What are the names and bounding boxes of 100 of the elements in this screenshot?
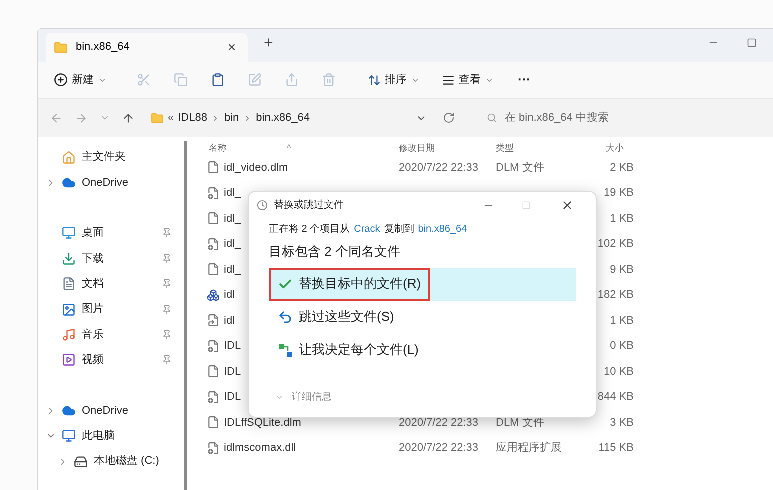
monitor-icon bbox=[62, 226, 76, 240]
option-item[interactable]: 替换目标中的文件(R) bbox=[269, 268, 576, 300]
option-label: 跳过这些文件(S) bbox=[299, 308, 394, 326]
cloud-icon bbox=[62, 176, 76, 190]
file-date: 2020/7/22 22:33 bbox=[399, 441, 480, 456]
file-size: 10 KB bbox=[603, 364, 634, 380]
sidebar-item[interactable]: 下载 bbox=[38, 246, 184, 272]
pin-icon[interactable] bbox=[162, 304, 172, 315]
maximize-icon[interactable] bbox=[747, 38, 757, 48]
gear-file-icon bbox=[207, 340, 220, 353]
pin-icon[interactable] bbox=[162, 355, 172, 366]
sidebar-item[interactable]: 此电脑 bbox=[38, 424, 184, 449]
up-icon[interactable] bbox=[122, 112, 135, 124]
video-icon bbox=[62, 353, 76, 368]
column-header[interactable]: 类型 bbox=[496, 141, 606, 155]
column-header[interactable]: 名称 bbox=[207, 141, 287, 155]
computer-icon bbox=[62, 429, 76, 444]
search-icon bbox=[487, 113, 497, 123]
gear-file-icon bbox=[207, 186, 220, 200]
file-type: 应用程序扩展 bbox=[496, 440, 563, 456]
folder-icon bbox=[54, 40, 68, 54]
file-name[interactable]: idl_video.dlm bbox=[224, 160, 399, 176]
gear-file-icon bbox=[207, 442, 220, 455]
file-name[interactable]: idlmscomax.dll bbox=[224, 440, 399, 456]
file-size: 0 KB bbox=[609, 339, 634, 354]
file-size: 1 KB bbox=[609, 212, 634, 226]
file-date: 2020/7/22 22:33 bbox=[399, 416, 480, 430]
back-icon[interactable] bbox=[50, 112, 63, 124]
undo-icon bbox=[278, 310, 293, 324]
file-size: 1 KB bbox=[609, 314, 634, 328]
sort-caret: ^ bbox=[287, 142, 292, 155]
option-label: 让我决定每个文件(L) bbox=[299, 341, 419, 360]
sidebar-item[interactable]: OneDrive bbox=[38, 170, 184, 196]
file-type: DLM 文件 bbox=[496, 416, 546, 430]
choice-icon bbox=[278, 342, 293, 358]
paste-icon[interactable] bbox=[211, 73, 225, 87]
forward-icon[interactable] bbox=[75, 112, 88, 124]
file-icon bbox=[207, 263, 220, 276]
sidebar-item[interactable]: 文档 bbox=[38, 272, 184, 297]
download-icon bbox=[62, 252, 76, 266]
option-item[interactable]: 让我决定每个文件(L) bbox=[269, 334, 576, 366]
source-link[interactable]: Crack bbox=[354, 222, 380, 237]
cloud-icon bbox=[62, 404, 76, 418]
sidebar-item[interactable]: OneDrive bbox=[38, 398, 184, 424]
option-item[interactable]: 跳过这些文件(S) bbox=[269, 300, 576, 334]
column-header[interactable]: 修改日期 bbox=[399, 141, 496, 155]
new-button[interactable]: 新建 bbox=[54, 72, 107, 88]
tab-close-button[interactable]: × bbox=[228, 37, 236, 58]
file-icon bbox=[207, 212, 220, 226]
file-name[interactable]: IDLffSQLite.dlm bbox=[224, 414, 399, 431]
plus-circle-icon bbox=[54, 73, 68, 87]
copy-status-text: 正在将 2 个项目从 bbox=[269, 222, 350, 237]
view-button[interactable]: 查看 bbox=[442, 72, 494, 88]
tab[interactable]: bin.x86_64 × bbox=[46, 33, 248, 62]
breadcrumb[interactable]: IDL88 bbox=[178, 110, 208, 126]
file-size: 9 KB bbox=[609, 262, 634, 278]
pin-icon[interactable] bbox=[162, 279, 172, 290]
breadcrumb[interactable]: bin.x86_64 bbox=[256, 110, 310, 126]
shortcut-file-icon bbox=[207, 314, 220, 328]
document-icon bbox=[62, 277, 76, 292]
sidebar-item[interactable]: 主文件夹 bbox=[38, 145, 184, 170]
overflow-mark[interactable]: « bbox=[168, 110, 174, 126]
dialog-heading: 目标包含 2 个同名文件 bbox=[269, 243, 402, 261]
sidebar-item[interactable]: 音乐 bbox=[38, 322, 184, 348]
sidebar-item[interactable]: 本地磁盘 (C:) bbox=[38, 448, 184, 474]
list-icon bbox=[442, 74, 455, 86]
details-toggle[interactable]: 详细信息 bbox=[292, 390, 332, 405]
gear-file-icon bbox=[207, 390, 220, 404]
sort-button[interactable]: 排序 bbox=[368, 72, 420, 88]
gear-file-icon bbox=[207, 238, 220, 251]
file-size: 3 KB bbox=[609, 416, 634, 430]
home-icon bbox=[62, 150, 76, 165]
music-icon bbox=[62, 328, 76, 342]
file-size: 182 KB bbox=[596, 288, 634, 303]
close-icon[interactable] bbox=[561, 198, 574, 212]
sort-icon bbox=[368, 74, 381, 86]
folder-icon bbox=[151, 112, 164, 124]
sidebar-item[interactable]: 图片 bbox=[38, 296, 184, 322]
column-header[interactable]: 大小 bbox=[606, 141, 624, 155]
breadcrumb[interactable]: bin bbox=[224, 110, 240, 126]
sidebar-item[interactable]: 桌面 bbox=[38, 220, 184, 246]
picture-icon bbox=[62, 302, 76, 317]
new-tab-button[interactable]: + bbox=[264, 32, 274, 56]
sidebar-item[interactable]: 视频 bbox=[38, 348, 184, 374]
file-type: DLM 文件 bbox=[496, 160, 546, 176]
option-label: 替换目标中的文件(R) bbox=[299, 275, 422, 294]
file-icon bbox=[207, 416, 220, 430]
file-size: 19 KB bbox=[603, 186, 634, 201]
more-button[interactable]: ··· bbox=[518, 70, 531, 90]
file-icon bbox=[207, 161, 220, 174]
pin-icon[interactable] bbox=[162, 254, 172, 264]
copy-status-text: 复制到 bbox=[384, 222, 414, 237]
refresh-icon[interactable] bbox=[443, 112, 455, 124]
pin-icon[interactable] bbox=[162, 228, 172, 238]
file-size: 102 KB bbox=[596, 237, 634, 252]
search-field[interactable]: 在 bin.x86_64 中搜索 bbox=[487, 110, 687, 126]
file-icon bbox=[207, 365, 220, 378]
destination-link[interactable]: bin.x86_64 bbox=[418, 222, 468, 237]
file-date: 2020/7/22 22:33 bbox=[399, 160, 480, 176]
pin-icon[interactable] bbox=[162, 330, 172, 340]
